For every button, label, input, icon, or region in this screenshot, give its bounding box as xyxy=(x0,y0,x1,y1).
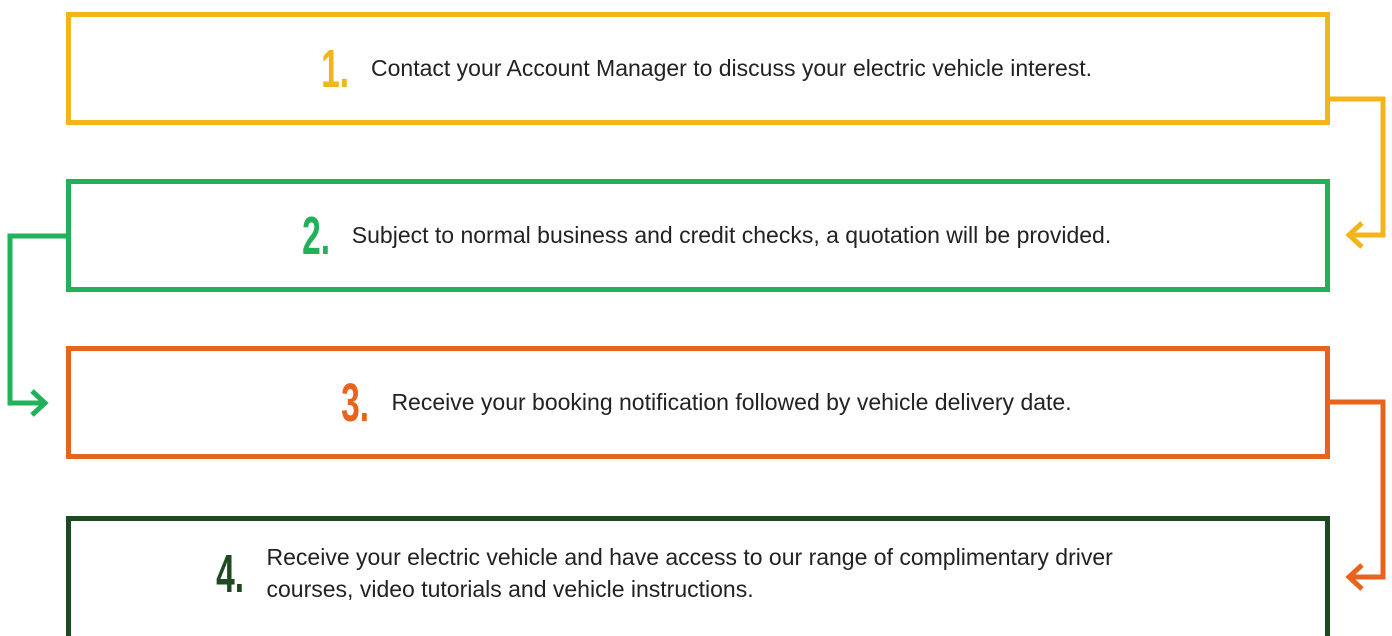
step-2-box: 2. Subject to normal business and credit… xyxy=(66,179,1330,292)
step-4-number: 4. xyxy=(216,543,245,604)
step-4-text: Receive your electric vehicle and have a… xyxy=(266,544,1113,602)
arrow-2-to-3 xyxy=(7,233,66,417)
step-4-box: 4. Receive your electric vehicle and hav… xyxy=(66,516,1330,636)
arrow-1-to-2 xyxy=(1330,96,1386,249)
step-3-text: Receive your booking notification follow… xyxy=(391,388,1072,415)
step-1-text: Contact your Account Manager to discuss … xyxy=(371,54,1093,81)
process-flow-diagram: 1. Contact your Account Manager to discu… xyxy=(0,0,1392,636)
step-2-number: 2. xyxy=(301,205,330,266)
arrow-3-to-4 xyxy=(1330,399,1386,591)
step-1-box: 1. Contact your Account Manager to discu… xyxy=(66,12,1330,125)
step-2-text: Subject to normal business and credit ch… xyxy=(351,221,1112,248)
step-3-box: 3. Receive your booking notification fol… xyxy=(66,346,1330,459)
step-1-number: 1. xyxy=(321,38,350,99)
step-3-number: 3. xyxy=(341,372,370,433)
